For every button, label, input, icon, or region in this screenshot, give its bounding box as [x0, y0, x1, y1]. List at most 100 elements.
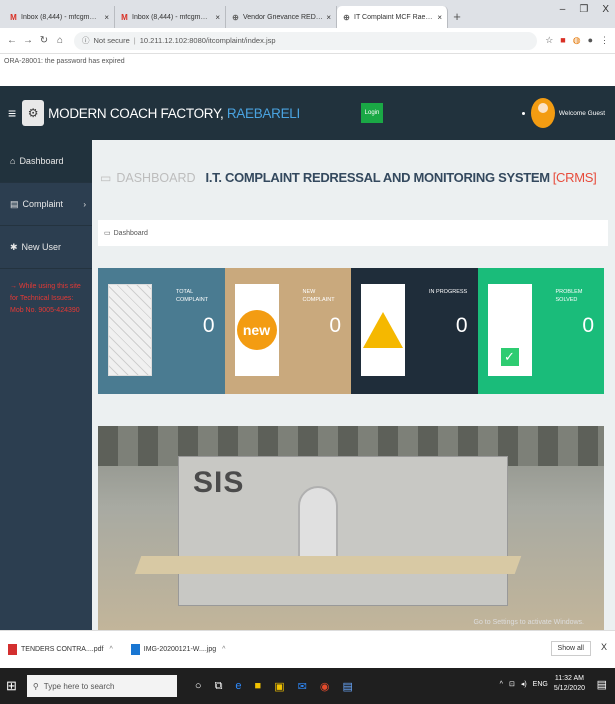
network-icon[interactable]: ⊡: [509, 680, 515, 688]
factory-photo: SIS Go to Settings to activate Windows.: [98, 426, 604, 630]
file-icon: ▤: [10, 198, 19, 209]
system-tray: ^ ⊡ ◂) ENG 11:32 AM 5/12/2020: [500, 674, 585, 694]
user-menu[interactable]: Welcome Guest: [521, 98, 605, 128]
mail-icon[interactable]: ✉: [298, 680, 307, 693]
browser-tab[interactable]: M Inbox (8,444) - mfcgm@gmail.c ×: [115, 6, 226, 28]
notification-icon[interactable]: ▤: [597, 678, 607, 691]
dashboard-icon: ⌂: [10, 156, 16, 166]
browser-tab[interactable]: ⊕ Vendor Grievance REDRESSAL s ×: [226, 6, 337, 28]
tray-arrow-icon[interactable]: ^: [500, 681, 503, 688]
globe-icon: ⊕: [343, 12, 350, 22]
monitor-icon: ▭: [100, 170, 112, 185]
extension-icon[interactable]: ◍: [573, 35, 581, 46]
show-all-button[interactable]: Show all: [550, 641, 591, 656]
taskbar-apps: ○ ⧉ e ■ ▣ ✉ ◉ ▤: [195, 680, 353, 693]
page-title: ▭ DASHBOARD I.T. COMPLAINT REDRESSAL AND…: [100, 170, 597, 185]
app-icon[interactable]: ▤: [342, 680, 352, 693]
close-tab-icon[interactable]: ×: [326, 13, 331, 22]
brand-title[interactable]: MODERN COACH FACTORY, RAEBARELI: [48, 106, 300, 121]
monitor-icon: ▭: [104, 230, 111, 237]
close-tab-icon[interactable]: ×: [437, 13, 442, 22]
clock[interactable]: 11:32 AM 5/12/2020: [554, 674, 585, 694]
sidebar-item-new-user[interactable]: ✱ New User: [0, 226, 92, 269]
stat-card-new[interactable]: new NEW COMPLAINT 0: [224, 268, 351, 394]
app-navbar: ≡ ⚙ MODERN COACH FACTORY, RAEBARELI Logi…: [0, 86, 615, 140]
checkmark-icon: ✓: [487, 284, 532, 376]
support-note: → While using this site for Technical Is…: [10, 283, 81, 314]
activation-watermark: Go to Settings to activate Windows.: [473, 619, 585, 626]
globe-icon: ⊕: [232, 12, 239, 22]
main-content: ▭ DASHBOARD I.T. COMPLAINT REDRESSAL AND…: [92, 140, 615, 630]
minimize-button[interactable]: –: [560, 4, 566, 15]
download-item[interactable]: IMG-20200121-W....jpg ^: [130, 644, 225, 655]
security-label: Not secure: [93, 36, 130, 45]
home-icon[interactable]: ⌂: [54, 35, 66, 46]
profile-icon[interactable]: ●: [588, 35, 593, 46]
tab-title: Inbox (8,444) - mfcgm@gmail.c: [21, 13, 101, 21]
reload-icon[interactable]: ↻: [38, 35, 50, 46]
stat-count: 0: [202, 314, 215, 337]
stat-label: TOTAL COMPLAINT: [176, 289, 209, 303]
status-dot: [521, 111, 525, 115]
user-add-icon: ✱: [10, 241, 18, 252]
new-tab-button[interactable]: +: [448, 6, 466, 28]
forward-arrow-icon[interactable]: →: [22, 35, 34, 46]
sidebar-item-label: Complaint: [22, 199, 64, 209]
breadcrumb-item[interactable]: Dashboard: [114, 230, 148, 237]
page-title-dashboard: DASHBOARD: [116, 170, 196, 185]
stat-card-in-progress[interactable]: IN PROGRESS 0: [351, 268, 478, 394]
chevron-right-icon: ›: [83, 199, 86, 209]
avatar: [530, 98, 555, 128]
login-button[interactable]: Login: [361, 103, 383, 123]
cortana-icon[interactable]: ○: [195, 680, 202, 693]
chrome-icon[interactable]: ◉: [320, 680, 330, 693]
work-platform: [134, 556, 522, 574]
info-icon[interactable]: ⓘ: [82, 35, 90, 46]
stat-card-solved[interactable]: ✓ PROBLEM SOLVED 0: [477, 268, 604, 394]
stat-card-total[interactable]: TOTAL COMPLAINT 0: [98, 268, 225, 394]
download-item[interactable]: TENDERS CONTRA....pdf ^: [8, 644, 113, 655]
sidebar-item-label: Dashboard: [19, 156, 64, 166]
back-arrow-icon[interactable]: ←: [6, 35, 18, 46]
url-text: 10.211.12.102:8080/itcomplaint/index.jsp: [139, 36, 276, 45]
menu-dots-icon[interactable]: ⋮: [600, 35, 609, 46]
language-indicator[interactable]: ENG: [533, 681, 548, 688]
windows-start-icon[interactable]: ⊞: [6, 678, 17, 694]
downloads-bar: TENDERS CONTRA....pdf ^ IMG-20200121-W..…: [0, 630, 615, 668]
chevron-up-icon[interactable]: ^: [109, 646, 112, 653]
extensions: ☆ ■ ◍ ● ⋮: [545, 35, 609, 46]
close-downloads-button[interactable]: X: [601, 642, 607, 652]
keyboard-icon: [108, 284, 152, 376]
browser-tab-active[interactable]: ⊕ IT Complaint MCF Raebareli ×: [337, 6, 448, 28]
close-window-button[interactable]: X: [602, 4, 609, 15]
task-view-icon[interactable]: ⧉: [215, 680, 223, 693]
browser-tab[interactable]: M Inbox (8,444) - mfcgm@gmail.c ×: [4, 6, 115, 28]
sidebar-item-label: New User: [21, 242, 62, 252]
stat-count: 0: [582, 314, 594, 337]
star-icon[interactable]: ☆: [545, 35, 553, 46]
photo-lettering: SIS: [193, 466, 245, 499]
file-explorer-icon[interactable]: ■: [255, 680, 262, 693]
hamburger-menu-icon[interactable]: ≡: [8, 105, 16, 121]
volume-icon[interactable]: ◂): [521, 680, 527, 688]
url-input[interactable]: ⓘ Not secure | 10.211.12.102:8080/itcomp…: [74, 31, 538, 50]
clock-date: 5/12/2020: [553, 685, 585, 692]
chevron-up-icon[interactable]: ^: [222, 646, 225, 653]
sidebar-item-dashboard[interactable]: ⌂ Dashboard: [0, 140, 92, 183]
pdf-extension-icon[interactable]: ■: [560, 35, 565, 46]
stat-label: IN PROGRESS: [429, 289, 468, 295]
page-info-text: ORA-28001: the password has expired: [0, 54, 615, 86]
close-tab-icon[interactable]: ×: [104, 13, 109, 22]
store-icon[interactable]: ▣: [274, 680, 284, 693]
window-controls: – ❐ X: [560, 4, 609, 15]
breadcrumb: ▭ Dashboard: [98, 220, 608, 246]
sidebar-item-complaint[interactable]: ▤ Complaint ›: [0, 183, 92, 226]
check-box: ✓: [500, 348, 519, 366]
taskbar-search-input[interactable]: ⚲ Type here to search: [26, 675, 177, 697]
browser-tab-bar: M Inbox (8,444) - mfcgm@gmail.c × M Inbo…: [0, 0, 615, 28]
close-tab-icon[interactable]: ×: [215, 13, 220, 22]
maximize-button[interactable]: ❐: [579, 4, 588, 15]
gmail-icon: M: [10, 12, 17, 22]
warning-triangle: [363, 312, 403, 348]
edge-icon[interactable]: e: [235, 680, 241, 693]
